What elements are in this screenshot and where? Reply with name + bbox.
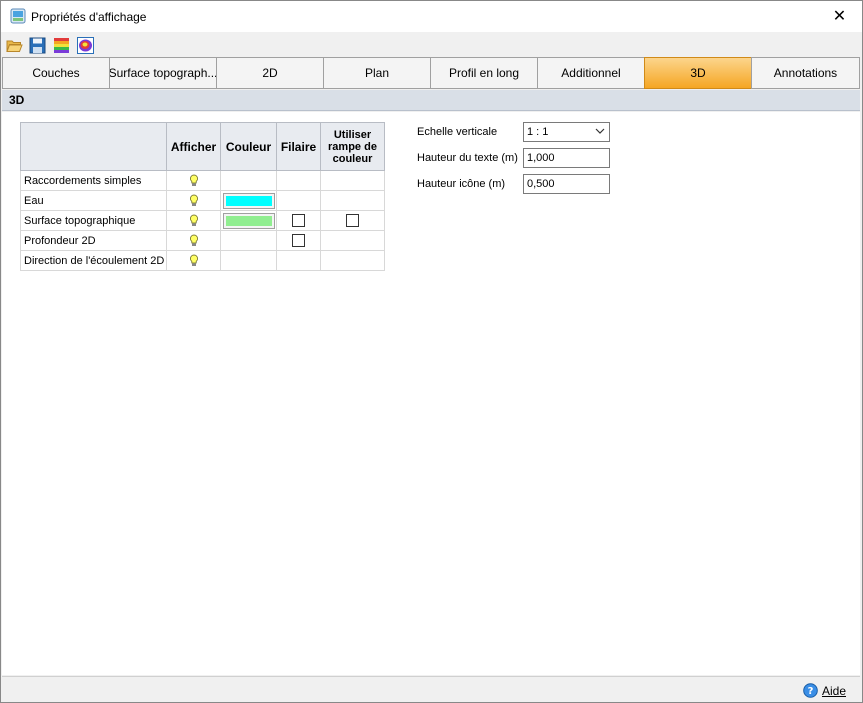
tab-profil-en-long[interactable]: Profil en long: [430, 57, 537, 89]
save-icon[interactable]: [29, 37, 46, 54]
vertical-scale-select[interactable]: 1 : 1: [523, 122, 610, 142]
ramp-cell: [320, 230, 385, 251]
text-height-row: Hauteur du texte (m) 1,000: [416, 148, 616, 168]
wireframe-cell: [276, 190, 321, 211]
window-title: Propriétés d'affichage: [31, 10, 147, 24]
lightbulb-icon[interactable]: [189, 254, 199, 267]
color-cell: [220, 230, 277, 251]
footer-bar: ? Aide: [2, 676, 860, 702]
toolbar: [1, 33, 862, 57]
color-swatch-eau[interactable]: [222, 192, 275, 209]
color-ramp-checkbox[interactable]: [346, 214, 359, 227]
icon-height-label: Hauteur icône (m): [417, 178, 506, 190]
close-icon: ✕: [832, 8, 847, 25]
color-swatch-surface[interactable]: [222, 212, 275, 229]
wireframe-checkbox[interactable]: [292, 214, 305, 227]
tab-2d[interactable]: 2D: [216, 57, 323, 89]
ramp-cell: [320, 190, 385, 211]
wireframe-checkbox[interactable]: [292, 234, 305, 247]
lightbulb-icon[interactable]: [189, 214, 199, 227]
tab-bar: Couches Surface topograph... 2D Plan Pro…: [2, 57, 860, 89]
table-row: Raccordements simples: [20, 170, 385, 191]
row-label: Direction de l'écoulement 2D: [20, 250, 167, 271]
app-icon: [10, 8, 26, 24]
header-name: [20, 122, 167, 171]
close-button[interactable]: ✕: [817, 1, 862, 31]
row-label: Surface topographique: [20, 210, 167, 231]
tab-surface-topographique[interactable]: Surface topograph...: [109, 57, 216, 89]
tab-annotations[interactable]: Annotations: [751, 57, 860, 89]
display-properties-window: Propriétés d'affichage ✕ Couches Surface…: [0, 0, 863, 703]
row-label: Raccordements simples: [20, 170, 167, 191]
lightbulb-icon[interactable]: [189, 174, 199, 187]
table-row: Direction de l'écoulement 2D: [20, 250, 385, 271]
color-ramp-icon[interactable]: [53, 37, 70, 54]
folder-open-icon[interactable]: [6, 37, 23, 54]
show-cell[interactable]: [166, 210, 221, 231]
wireframe-cell[interactable]: [276, 230, 321, 251]
ramp-cell: [320, 170, 385, 191]
text-height-label: Hauteur du texte (m): [417, 152, 518, 164]
table-row: Eau: [20, 190, 385, 211]
table-row: Surface topographique: [20, 210, 385, 231]
help-button[interactable]: ? Aide: [803, 683, 846, 698]
properties-panel: Afficher Couleur Filaire Utiliser rampe …: [2, 112, 860, 675]
wireframe-cell[interactable]: [276, 210, 321, 231]
show-cell[interactable]: [166, 250, 221, 271]
color-cell: [220, 250, 277, 271]
table-row: Profondeur 2D: [20, 230, 385, 251]
help-icon: ?: [803, 683, 818, 698]
tab-additionnel[interactable]: Additionnel: [537, 57, 644, 89]
ramp-cell: [320, 250, 385, 271]
header-color: Couleur: [220, 122, 277, 171]
color-palette-icon[interactable]: [77, 37, 94, 54]
lightbulb-icon[interactable]: [189, 234, 199, 247]
color-cell: [220, 170, 277, 191]
help-label: Aide: [821, 683, 846, 698]
title-bar: Propriétés d'affichage ✕: [1, 1, 862, 32]
tab-couches[interactable]: Couches: [2, 57, 109, 89]
row-label: Eau: [20, 190, 167, 211]
lightbulb-icon[interactable]: [189, 194, 199, 207]
vertical-scale-value: 1 : 1: [527, 126, 549, 138]
svg-text:?: ?: [808, 686, 814, 697]
color-cell[interactable]: [220, 210, 277, 231]
vertical-scale-label: Echelle verticale: [417, 126, 498, 138]
wireframe-cell: [276, 170, 321, 191]
color-cell[interactable]: [220, 190, 277, 211]
header-wireframe: Filaire: [276, 122, 321, 171]
icon-height-row: Hauteur icône (m) 0,500: [416, 174, 616, 194]
tab-plan[interactable]: Plan: [323, 57, 430, 89]
header-color-ramp: Utiliser rampe de couleur: [320, 122, 385, 171]
ramp-cell[interactable]: [320, 210, 385, 231]
chevron-down-icon: [595, 128, 605, 134]
section-title: 3D: [2, 90, 860, 111]
show-cell[interactable]: [166, 170, 221, 191]
tab-3d[interactable]: 3D: [644, 57, 751, 89]
show-cell[interactable]: [166, 230, 221, 251]
icon-height-input[interactable]: 0,500: [523, 174, 610, 194]
vertical-scale-row: Echelle verticale 1 : 1: [416, 122, 616, 142]
text-height-input[interactable]: 1,000: [523, 148, 610, 168]
row-label: Profondeur 2D: [20, 230, 167, 251]
header-show: Afficher: [166, 122, 221, 171]
show-cell[interactable]: [166, 190, 221, 211]
layers-grid: Afficher Couleur Filaire Utiliser rampe …: [20, 122, 385, 271]
grid-header-row: Afficher Couleur Filaire Utiliser rampe …: [20, 122, 385, 171]
wireframe-cell: [276, 250, 321, 271]
